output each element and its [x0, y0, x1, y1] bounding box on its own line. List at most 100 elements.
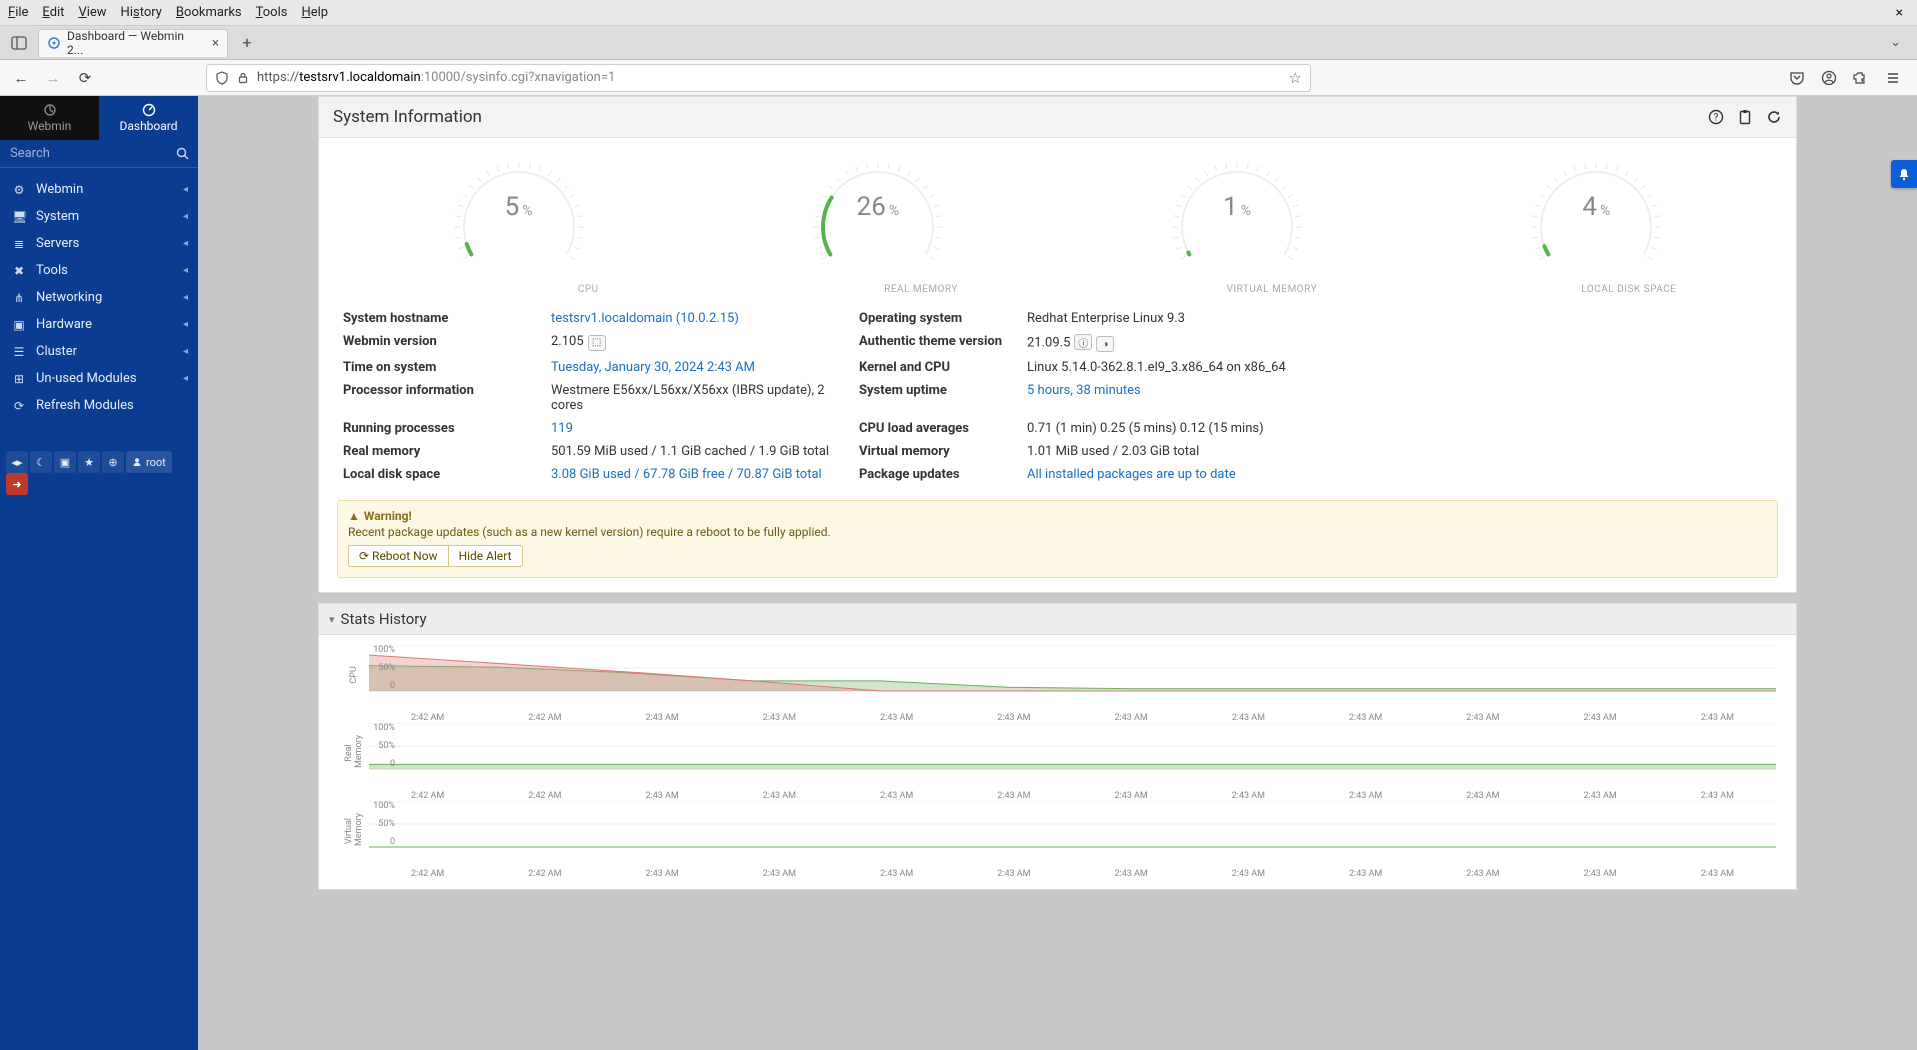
stats-chart-real-memory: Real Memory100%50%0	[339, 723, 1776, 783]
sidebar-item-label: System	[36, 209, 79, 224]
chart-xtick: 2:42 AM	[486, 869, 603, 879]
user-button[interactable]: root	[126, 451, 172, 473]
chevron-left-icon: ◂	[183, 238, 188, 249]
url-input[interactable]: https://testsrv1.localdomain:10000/sysin…	[206, 64, 1311, 92]
url-text: https://testsrv1.localdomain:10000/sysin…	[257, 70, 615, 85]
favorites-icon[interactable]: ★	[78, 451, 100, 473]
tabs-overflow-icon[interactable]: ⌄	[1890, 35, 1911, 50]
chart-xtick: 2:43 AM	[955, 791, 1072, 801]
chevron-left-icon: ◂	[183, 184, 188, 195]
gauge-value: 1	[1223, 192, 1238, 222]
system-information-card: System Information ? 5%CPU 26	[318, 96, 1797, 593]
nav-icon: ⟳	[12, 399, 26, 413]
sidebar-item-hardware[interactable]: ▣Hardware◂	[0, 311, 198, 338]
svg-text:?: ?	[1714, 113, 1719, 124]
sidebar-tab-webmin[interactable]: Webmin	[0, 96, 99, 140]
pocket-icon[interactable]	[1789, 70, 1811, 86]
chart-xaxis: 2:42 AM2:42 AM2:43 AM2:43 AM2:43 AM2:43 …	[339, 711, 1776, 723]
gauge-real-memory[interactable]: 26%REAL MEMORY	[778, 152, 978, 295]
gauge-local-disk-space[interactable]: 4%LOCAL DISK SPACE	[1496, 152, 1696, 295]
menu-file[interactable]: File	[8, 5, 28, 20]
warning-alert: ▲Warning! Recent package updates (such a…	[337, 500, 1778, 578]
warning-icon: ▲	[348, 509, 360, 523]
info-label: Local disk space	[343, 467, 543, 482]
sidebar-item-refresh-modules[interactable]: ⟳Refresh Modules	[0, 392, 198, 419]
sidebar-item-networking[interactable]: ⋔Networking◂	[0, 284, 198, 311]
notification-bell-icon[interactable]	[1891, 160, 1917, 188]
info-label: Authentic theme version	[859, 334, 1019, 352]
info-value[interactable]: 3.08 GiB used / 67.78 GiB free / 70.87 G…	[551, 467, 851, 482]
bookmark-star-icon[interactable]: ☆	[1289, 69, 1302, 87]
tab-close-icon[interactable]: ×	[212, 36, 219, 51]
new-tab-button[interactable]: +	[234, 30, 260, 56]
info-value[interactable]: 5 hours, 38 minutes	[1027, 383, 1347, 413]
logout-icon[interactable]: ➜	[6, 473, 28, 495]
chart-xtick: 2:43 AM	[838, 713, 955, 723]
info-label: Processor information	[343, 383, 543, 413]
shield-icon[interactable]	[215, 71, 229, 85]
sidebar-toggle-icon[interactable]	[6, 30, 32, 56]
info-value: Redhat Enterprise Linux 9.3	[1027, 311, 1347, 326]
menu-tools[interactable]: Tools	[256, 5, 288, 20]
sidebar-item-label: Webmin	[36, 182, 83, 197]
theme-info-icon[interactable]: ⓘ	[1074, 334, 1092, 350]
app-menu-icon[interactable]	[1885, 70, 1907, 86]
info-value[interactable]: All installed packages are up to date	[1027, 467, 1347, 482]
menu-help[interactable]: Help	[301, 5, 328, 20]
info-label: Time on system	[343, 360, 543, 375]
theme-palette-icon[interactable]: ◑	[1096, 336, 1114, 352]
sidebar-item-label: Tools	[36, 263, 68, 278]
sidebar-item-cluster[interactable]: ☰Cluster◂	[0, 338, 198, 365]
chevron-left-icon: ◂	[183, 373, 188, 384]
stats-history-header[interactable]: ▾ Stats History	[318, 603, 1797, 635]
info-value: 2.105⬚	[551, 334, 851, 352]
gauge-label: LOCAL DISK SPACE	[1581, 284, 1676, 295]
percent-icon: %	[1241, 203, 1251, 219]
sidebar-item-servers[interactable]: ≣Servers◂	[0, 230, 198, 257]
terminal-icon[interactable]: ▣	[54, 451, 76, 473]
help-icon[interactable]: ?	[1708, 109, 1724, 125]
chart-xtick: 2:43 AM	[1073, 791, 1190, 801]
menu-view[interactable]: View	[78, 5, 106, 20]
clipboard-icon[interactable]	[1738, 109, 1752, 125]
info-value: 0.71 (1 min) 0.25 (5 mins) 0.12 (15 mins…	[1027, 421, 1347, 436]
nav-reload-icon[interactable]: ⟳	[74, 69, 96, 87]
sidebar-item-webmin[interactable]: ⚙Webmin◂	[0, 176, 198, 203]
sidebar-item-un-used-modules[interactable]: ⊞Un-used Modules◂	[0, 365, 198, 392]
update-badge-icon[interactable]: ⬚	[588, 335, 606, 351]
lock-icon[interactable]	[237, 72, 249, 84]
sidebar-item-tools[interactable]: ✖Tools◂	[0, 257, 198, 284]
gauge-cpu[interactable]: 5%CPU	[419, 152, 619, 295]
search-input[interactable]	[10, 146, 176, 161]
sidebar-item-system[interactable]: 🖥System◂	[0, 203, 198, 230]
info-value[interactable]: testsrv1.localdomain (10.0.2.15)	[551, 311, 851, 326]
nav-back-icon[interactable]: ←	[10, 69, 32, 87]
alert-title: Warning!	[364, 509, 412, 523]
account-icon[interactable]	[1821, 70, 1843, 86]
extensions-icon[interactable]	[1853, 70, 1875, 86]
chart-xtick: 2:43 AM	[1542, 791, 1659, 801]
language-icon[interactable]: ⊕	[102, 451, 124, 473]
chart-xtick: 2:43 AM	[721, 791, 838, 801]
info-value[interactable]: Tuesday, January 30, 2024 2:43 AM	[551, 360, 851, 375]
chart-xtick: 2:43 AM	[1307, 869, 1424, 879]
hide-alert-button[interactable]: Hide Alert	[448, 545, 523, 567]
chart-ytick: 0	[365, 837, 395, 847]
window-close-icon[interactable]: ×	[1890, 5, 1909, 21]
chart-xtick: 2:42 AM	[486, 791, 603, 801]
menu-bookmarks[interactable]: Bookmarks	[176, 5, 242, 20]
gauge-virtual-memory[interactable]: 1%VIRTUAL MEMORY	[1137, 152, 1337, 295]
sidebar-tab-dashboard[interactable]: Dashboard	[99, 96, 198, 140]
search-icon[interactable]	[176, 147, 189, 160]
reboot-now-button[interactable]: ⟳ Reboot Now	[348, 545, 448, 567]
browser-tab[interactable]: Dashboard — Webmin 2... ×	[38, 29, 228, 57]
chart-ytick: 0	[365, 759, 395, 769]
menu-edit[interactable]: Edit	[42, 5, 64, 20]
chart-xtick: 2:43 AM	[838, 869, 955, 879]
refresh-icon[interactable]	[1766, 109, 1782, 125]
menu-history[interactable]: History	[121, 5, 162, 20]
night-mode-icon[interactable]: ☾	[30, 451, 52, 473]
info-value[interactable]: 119	[551, 421, 851, 436]
stats-chart-cpu: CPU100%50%0	[339, 645, 1776, 705]
collapse-sidebar-icon[interactable]: ◂▸	[6, 451, 28, 473]
